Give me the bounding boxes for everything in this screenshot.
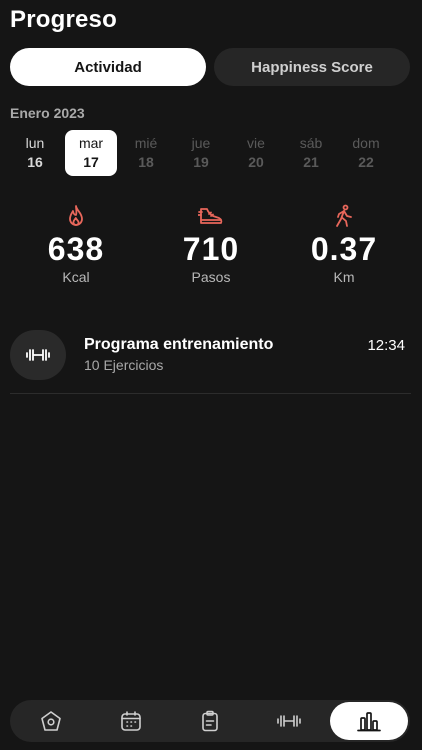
month-label: Enero 2023 bbox=[10, 105, 85, 121]
stat-value: 0.37 bbox=[310, 231, 378, 267]
stat-label: Pasos bbox=[191, 269, 231, 285]
tab-progress[interactable] bbox=[330, 702, 408, 740]
page-title: Progreso bbox=[10, 6, 117, 33]
day-jue[interactable]: jue 19 bbox=[175, 130, 227, 176]
stat-value: 638 bbox=[47, 231, 105, 267]
day-vie[interactable]: vie 20 bbox=[230, 130, 282, 176]
day-name: sáb bbox=[299, 135, 323, 151]
day-name: dom bbox=[352, 135, 380, 151]
home-icon bbox=[41, 711, 61, 731]
day-number: 18 bbox=[138, 154, 154, 170]
tab-calendar[interactable] bbox=[92, 702, 170, 740]
stat-pasos: 710 Pasos bbox=[151, 203, 271, 285]
dumbbell-icon bbox=[10, 330, 66, 380]
stat-label: Kcal bbox=[62, 269, 90, 285]
day-name: vie bbox=[247, 135, 265, 151]
dumbbell-icon bbox=[277, 715, 301, 727]
tab-actividad[interactable]: Actividad bbox=[10, 48, 206, 86]
tab-home[interactable] bbox=[12, 702, 90, 740]
bar-chart-icon bbox=[357, 712, 381, 732]
day-number: 16 bbox=[27, 154, 43, 170]
sneaker-icon bbox=[198, 203, 224, 229]
tab-workout[interactable] bbox=[250, 702, 328, 740]
stat-label: Km bbox=[333, 269, 355, 285]
tab-happiness-score[interactable]: Happiness Score bbox=[214, 48, 410, 86]
day-dom[interactable]: dom 22 bbox=[340, 130, 392, 176]
day-name: mar bbox=[78, 135, 104, 151]
day-number: 20 bbox=[248, 154, 264, 170]
workout-program-item[interactable]: Programa entrenamiento 10 Ejercicios 12:… bbox=[10, 328, 411, 394]
calendar-icon bbox=[121, 711, 141, 731]
program-time: 12:34 bbox=[367, 337, 405, 354]
day-mar[interactable]: mar 17 bbox=[65, 130, 117, 176]
flame-icon bbox=[65, 203, 87, 229]
clipboard-icon bbox=[202, 710, 218, 732]
day-number: 17 bbox=[83, 154, 99, 170]
stat-kcal: 638 Kcal bbox=[16, 203, 136, 285]
program-subtitle: 10 Ejercicios bbox=[84, 357, 164, 373]
day-name: lun bbox=[25, 135, 45, 151]
day-number: 19 bbox=[193, 154, 209, 170]
stat-km: 0.37 Km bbox=[284, 203, 404, 285]
day-mie[interactable]: mié 18 bbox=[120, 130, 172, 176]
day-number: 21 bbox=[303, 154, 319, 170]
day-sab[interactable]: sáb 21 bbox=[285, 130, 337, 176]
activity-stats: 638 Kcal 710 Pasos 0.37 Km bbox=[0, 203, 422, 293]
program-title: Programa entrenamiento bbox=[84, 336, 274, 353]
day-name: jue bbox=[191, 135, 211, 151]
walking-person-icon bbox=[333, 203, 355, 229]
day-name: mié bbox=[134, 135, 158, 151]
day-number: 22 bbox=[358, 154, 374, 170]
day-lun[interactable]: lun 16 bbox=[9, 130, 61, 176]
tab-clipboard[interactable] bbox=[171, 702, 249, 740]
bottom-tab-bar bbox=[10, 700, 410, 742]
week-strip: lun 16 mar 17 mié 18 jue 19 vie 20 sáb 2… bbox=[9, 130, 413, 178]
stat-value: 710 bbox=[182, 231, 240, 267]
